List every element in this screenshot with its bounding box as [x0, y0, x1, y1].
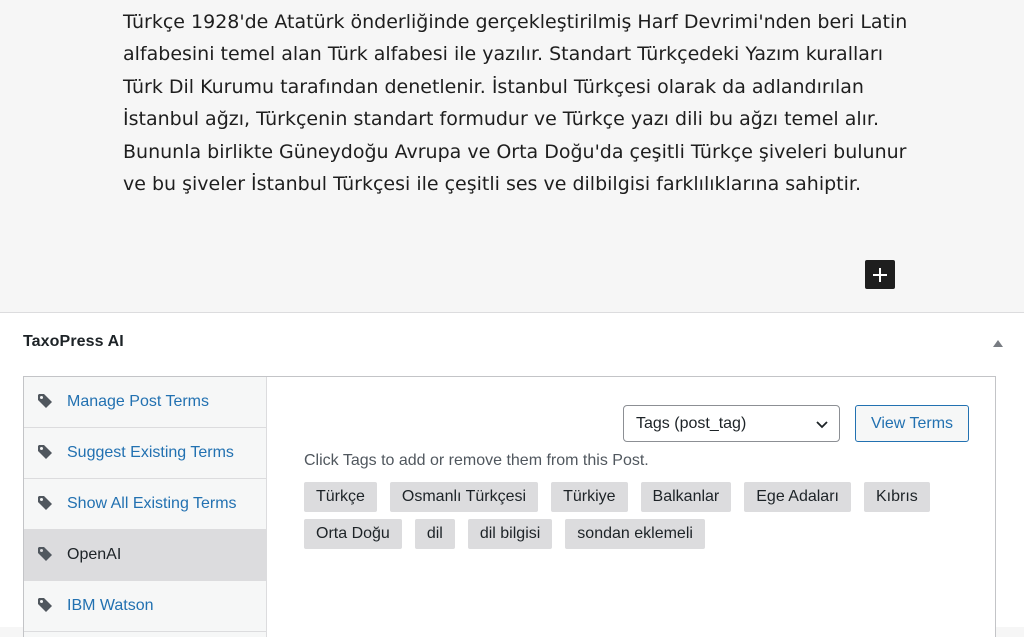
tags-hint-text: Click Tags to add or remove them from th…: [304, 452, 649, 469]
taxopress-ai-box: Manage Post Terms Suggest Existing Terms…: [23, 376, 996, 637]
taxonomy-select-value: Tags (post_tag): [636, 414, 747, 432]
tag-icon: [38, 598, 52, 612]
tag-chip[interactable]: Balkanlar: [640, 482, 732, 512]
nav-item-openai[interactable]: OpenAI: [24, 530, 266, 581]
nav-item-suggest-existing-terms[interactable]: Suggest Existing Terms: [24, 428, 266, 479]
nav-item-label: Manage Post Terms: [67, 393, 209, 410]
tag-icon: [38, 445, 52, 459]
collapse-toggle-button[interactable]: [988, 333, 1008, 353]
taxonomy-select[interactable]: Tags (post_tag): [623, 405, 840, 442]
chevron-down-icon: [816, 421, 828, 429]
nav-item-label: Suggest Existing Terms: [67, 444, 234, 461]
openai-content: Tags (post_tag) View Terms Click Tags to…: [267, 377, 995, 637]
tag-chip[interactable]: Kıbrıs: [863, 482, 930, 512]
tag-icon: [38, 496, 52, 510]
tag-chip[interactable]: sondan eklemeli: [565, 519, 705, 549]
panel-header[interactable]: TaxoPress AI: [0, 313, 1024, 373]
tag-chip[interactable]: Osmanlı Türkçesi: [389, 482, 539, 512]
plus-icon: [873, 267, 887, 282]
nav-item-label: IBM Watson: [67, 597, 154, 614]
tag-chip[interactable]: Orta Doğu: [304, 519, 402, 549]
editor-canvas: Türkçe 1928'de Atatürk önderliğinde gerç…: [0, 0, 1024, 312]
add-block-button[interactable]: [865, 260, 895, 289]
nav-item-ibm-watson[interactable]: IBM Watson: [24, 581, 266, 632]
tag-chip[interactable]: dil: [414, 519, 455, 549]
tag-icon: [38, 394, 52, 408]
side-nav: Manage Post Terms Suggest Existing Terms…: [24, 377, 267, 637]
tag-chip[interactable]: dil bilgisi: [467, 519, 553, 549]
suggested-tags-list: Türkçe Osmanlı Türkçesi Türkiye Balkanla…: [304, 482, 984, 549]
triangle-up-icon: [993, 339, 1003, 347]
nav-item-manage-post-terms[interactable]: Manage Post Terms: [24, 377, 266, 428]
nav-item-label: OpenAI: [67, 546, 122, 563]
tag-chip[interactable]: Türkiye: [551, 482, 628, 512]
paragraph-block[interactable]: Türkçe 1928'de Atatürk önderliğinde gerç…: [123, 6, 913, 200]
tag-chip[interactable]: Ege Adaları: [744, 482, 851, 512]
taxopress-ai-panel: TaxoPress AI Manage Post Terms Suggest E…: [0, 312, 1024, 637]
view-terms-button[interactable]: View Terms: [855, 405, 969, 442]
nav-item-label: Show All Existing Terms: [67, 495, 237, 512]
tag-icon: [38, 547, 52, 561]
tag-chip[interactable]: Türkçe: [304, 482, 377, 512]
nav-item-show-all-existing-terms[interactable]: Show All Existing Terms: [24, 479, 266, 530]
panel-title: TaxoPress AI: [23, 333, 124, 350]
